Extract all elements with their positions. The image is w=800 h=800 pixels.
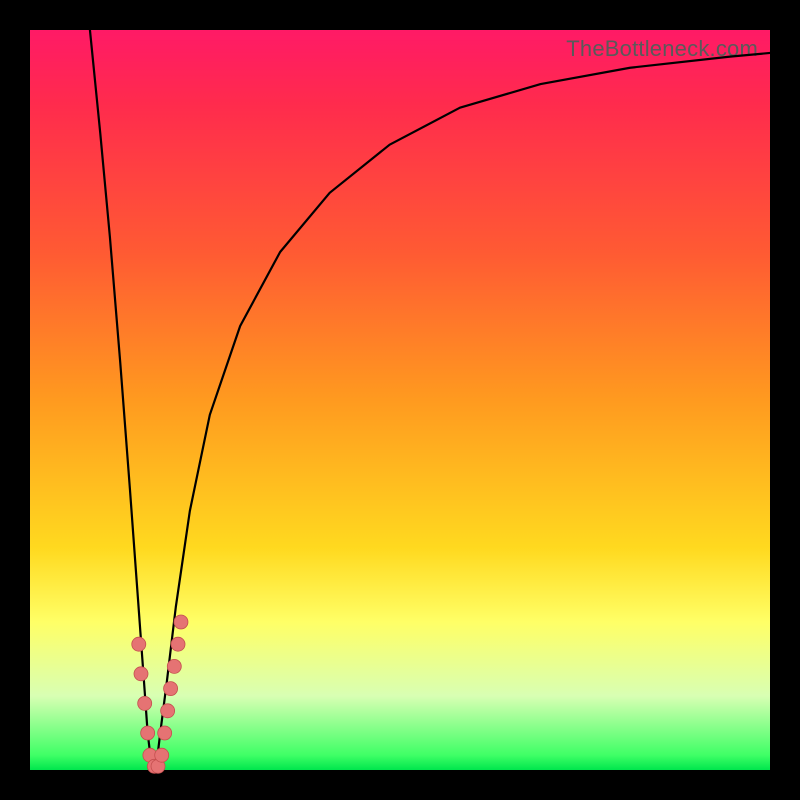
chart-overlay <box>30 30 770 770</box>
scatter-point <box>141 726 155 740</box>
scatter-point <box>164 682 178 696</box>
scatter-point <box>155 748 169 762</box>
vertex-scatter-points <box>132 615 188 773</box>
curve-left-branch <box>90 30 152 770</box>
scatter-point <box>158 726 172 740</box>
curve-right-branch <box>156 53 770 770</box>
scatter-point <box>171 637 185 651</box>
scatter-point <box>134 667 148 681</box>
scatter-point <box>138 696 152 710</box>
scatter-point <box>167 659 181 673</box>
scatter-point <box>161 704 175 718</box>
scatter-point <box>174 615 188 629</box>
chart-frame: TheBottleneck.com <box>0 0 800 800</box>
plot-area: TheBottleneck.com <box>30 30 770 770</box>
scatter-point <box>132 637 146 651</box>
